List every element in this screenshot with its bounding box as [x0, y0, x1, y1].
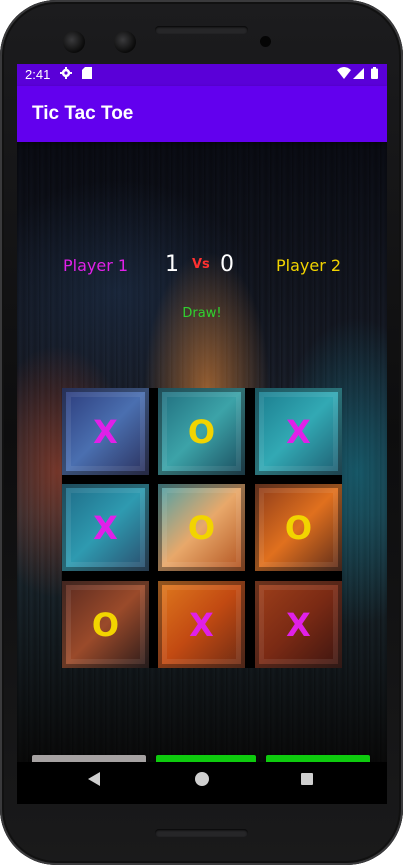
- board-cell-7[interactable]: O: [62, 581, 149, 668]
- board-cell-6[interactable]: O: [255, 484, 342, 571]
- scoreboard: Player 1 1 Vs 0 Player 2: [17, 252, 387, 282]
- home-icon[interactable]: [195, 772, 209, 786]
- cell-mark: X: [286, 412, 311, 451]
- cell-mark: X: [286, 605, 311, 644]
- vs-label: Vs: [192, 257, 210, 272]
- board-cell-5[interactable]: O: [158, 484, 245, 571]
- earpiece-speaker: [155, 26, 248, 34]
- game-area: Player 1 1 Vs 0 Player 2 Draw! X O X X O…: [17, 142, 387, 789]
- app-title: Tic Tac Toe: [32, 103, 134, 124]
- board-cell-3[interactable]: X: [255, 388, 342, 475]
- player1-label: Player 1: [63, 256, 129, 275]
- recents-icon[interactable]: [301, 773, 313, 785]
- battery-icon: [371, 67, 378, 82]
- game-status: Draw!: [182, 306, 222, 321]
- front-sensor: [63, 31, 85, 53]
- wifi-icon: [337, 67, 351, 82]
- front-camera: [114, 31, 136, 53]
- sd-card-icon: [82, 67, 92, 82]
- phone-frame: 2:41 Tic Tac Toe Player 1 1 Vs 0 Player …: [0, 0, 403, 865]
- status-time: 2:41: [25, 67, 51, 82]
- navigation-bar: [17, 762, 387, 804]
- cell-mark: O: [91, 605, 120, 644]
- back-icon[interactable]: [88, 772, 100, 786]
- board-cell-9[interactable]: X: [255, 581, 342, 668]
- proximity-sensor: [260, 36, 271, 47]
- gear-icon: [60, 67, 72, 82]
- cell-mark: O: [284, 508, 313, 547]
- status-bar: 2:41: [17, 64, 387, 86]
- device-screen: 2:41 Tic Tac Toe Player 1 1 Vs 0 Player …: [17, 64, 387, 804]
- bottom-speaker: [155, 829, 248, 837]
- cell-mark: O: [187, 508, 216, 547]
- board-cell-4[interactable]: X: [62, 484, 149, 571]
- player2-score: 0: [220, 252, 234, 277]
- board-cell-8[interactable]: X: [158, 581, 245, 668]
- app-bar: Tic Tac Toe: [17, 86, 387, 142]
- cell-mark: X: [93, 412, 118, 451]
- player2-label: Player 2: [276, 256, 342, 275]
- player1-score: 1: [165, 252, 179, 277]
- board-cell-1[interactable]: X: [62, 388, 149, 475]
- game-board: X O X X O O O X X: [62, 388, 342, 668]
- board-cell-2[interactable]: O: [158, 388, 245, 475]
- cell-mark: X: [189, 605, 214, 644]
- signal-icon: [353, 67, 364, 82]
- cell-mark: X: [93, 508, 118, 547]
- cell-mark: O: [187, 412, 216, 451]
